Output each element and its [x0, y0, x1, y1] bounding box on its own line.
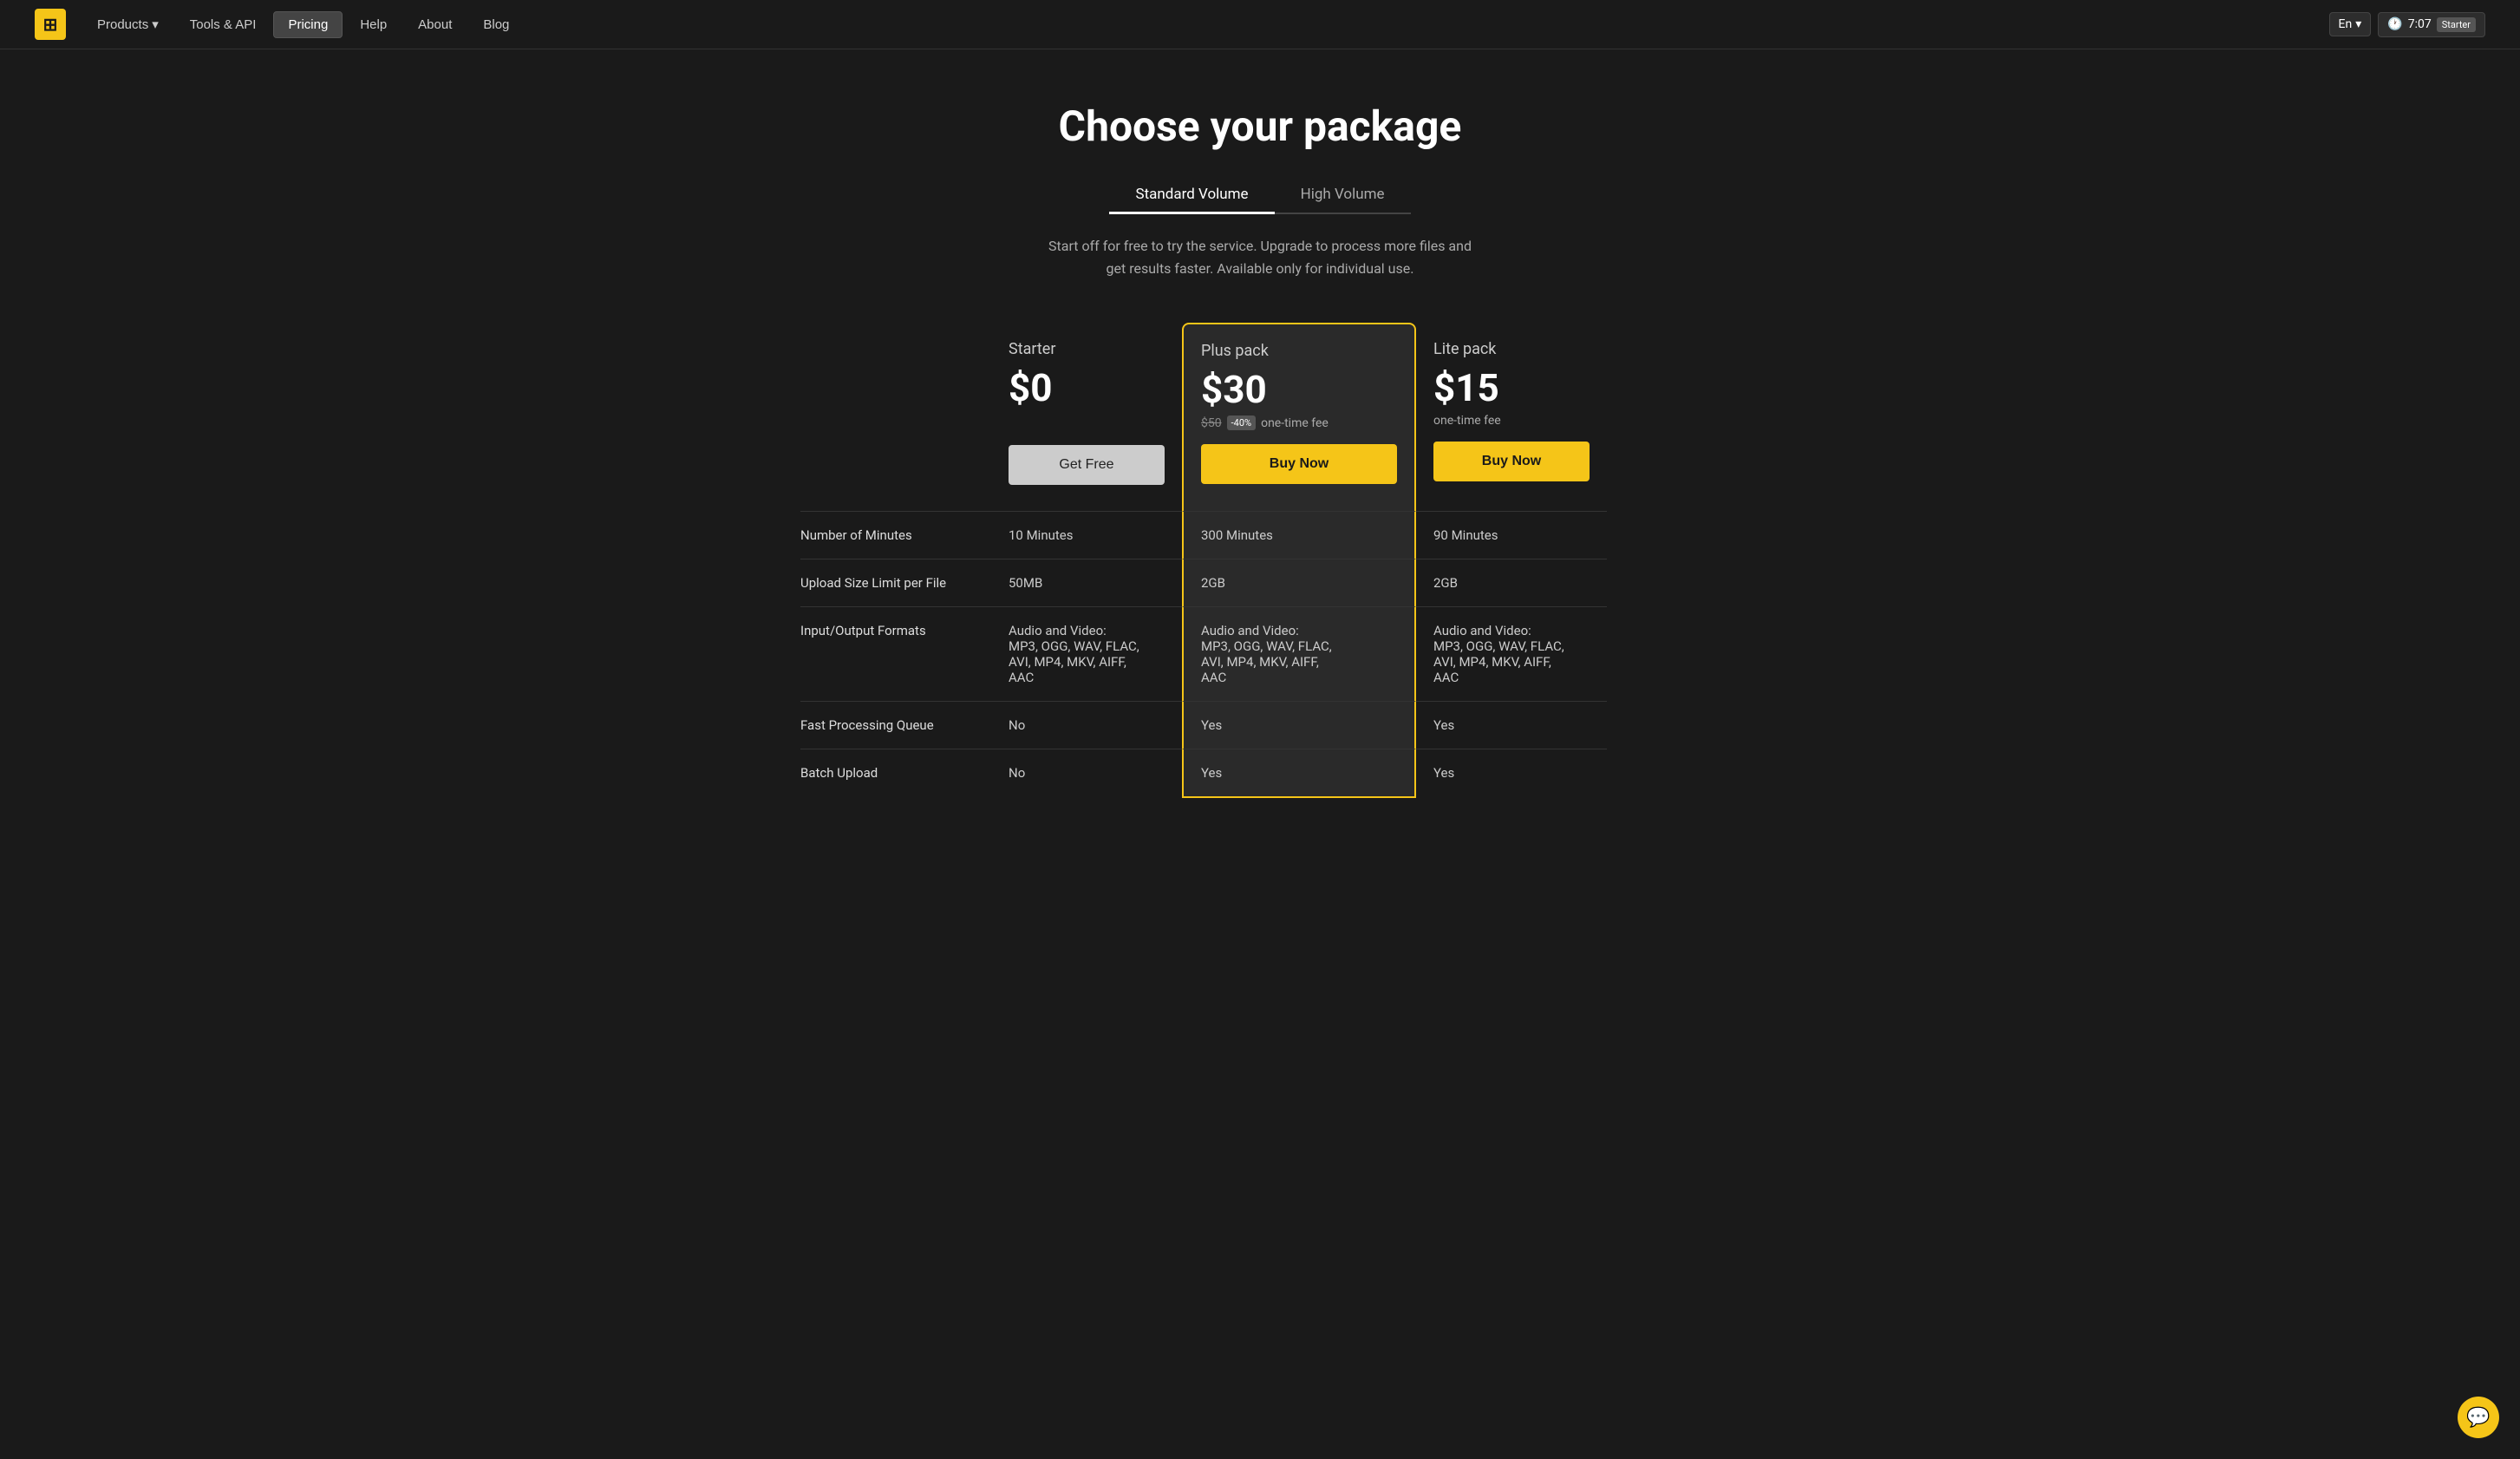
tab-standard-volume[interactable]: Standard Volume — [1109, 177, 1274, 214]
lite-plan-name: Lite pack — [1433, 340, 1590, 358]
starter-plan-name: Starter — [1009, 340, 1165, 358]
timer-display: 🕐 7:07 Starter — [2378, 12, 2485, 37]
plus-discount-badge: -40% — [1227, 415, 1256, 430]
chevron-down-icon: ▾ — [2355, 17, 2361, 31]
lite-price-detail: one-time fee — [1433, 414, 1590, 428]
page-subtitle: Start off for free to try the service. U… — [800, 235, 1720, 279]
feature-queue-plus: Yes — [1182, 701, 1416, 749]
chat-button[interactable]: 💬 — [2458, 1397, 2499, 1438]
chat-icon: 💬 — [2466, 1406, 2490, 1429]
lite-price: $15 — [1433, 365, 1590, 410]
nav-links: Products ▾ Tools & API Pricing Help Abou… — [83, 11, 2329, 38]
language-selector[interactable]: En ▾ — [2329, 12, 2372, 36]
feature-batch-starter: No — [991, 749, 1182, 798]
nav-about[interactable]: About — [404, 12, 466, 37]
feature-upload-starter: 50MB — [991, 559, 1182, 606]
page-title: Choose your package — [800, 101, 1720, 151]
lite-cta-button[interactable]: Buy Now — [1433, 442, 1590, 481]
feature-minutes-starter: 10 Minutes — [991, 511, 1182, 559]
logo[interactable]: ⊞ — [35, 9, 66, 40]
feature-minutes-plus: 300 Minutes — [1182, 511, 1416, 559]
feature-label-upload: Upload Size Limit per File — [800, 559, 991, 606]
main-content: Choose your package Standard Volume High… — [783, 49, 1737, 867]
starter-price: $0 — [1009, 365, 1165, 410]
feature-upload-plus: 2GB — [1182, 559, 1416, 606]
nav-help[interactable]: Help — [346, 12, 401, 37]
plan-header-plus: Plus pack $30 $50 -40% one-time fee Buy … — [1182, 323, 1416, 511]
lite-fee-label: one-time fee — [1433, 414, 1501, 428]
plan-header-starter: Starter $0 Get Free — [991, 323, 1182, 511]
plus-original-price: $50 — [1201, 416, 1222, 430]
plus-fee-label: one-time fee — [1261, 416, 1329, 430]
plus-price: $30 — [1201, 367, 1397, 412]
plan-header-lite: Lite pack $15 one-time fee Buy Now — [1416, 323, 1607, 511]
nav-right: En ▾ 🕐 7:07 Starter — [2329, 12, 2485, 37]
clock-icon: 🕐 — [2387, 17, 2402, 31]
feature-formats-plus: Audio and Video: MP3, OGG, WAV, FLAC, AV… — [1182, 606, 1416, 701]
feature-queue-lite: Yes — [1416, 701, 1607, 749]
feature-label-queue: Fast Processing Queue — [800, 701, 991, 749]
starter-cta-button[interactable]: Get Free — [1009, 445, 1165, 485]
feature-label-formats: Input/Output Formats — [800, 606, 991, 701]
plan-tabs: Standard Volume High Volume — [1109, 177, 1410, 214]
feature-minutes-lite: 90 Minutes — [1416, 511, 1607, 559]
navbar: ⊞ Products ▾ Tools & API Pricing Help Ab… — [0, 0, 2520, 49]
feature-upload-lite: 2GB — [1416, 559, 1607, 606]
tab-high-volume[interactable]: High Volume — [1275, 177, 1411, 214]
feature-formats-starter: Audio and Video: MP3, OGG, WAV, FLAC, AV… — [991, 606, 1182, 701]
plus-price-detail: $50 -40% one-time fee — [1201, 415, 1397, 430]
feature-queue-starter: No — [991, 701, 1182, 749]
nav-pricing[interactable]: Pricing — [273, 11, 343, 38]
nav-blog[interactable]: Blog — [469, 12, 523, 37]
feature-batch-lite: Yes — [1416, 749, 1607, 798]
chevron-down-icon: ▾ — [152, 16, 159, 32]
feature-label-minutes: Number of Minutes — [800, 511, 991, 559]
feature-label-batch: Batch Upload — [800, 749, 991, 798]
plan-badge: Starter — [2437, 17, 2476, 32]
logo-icon: ⊞ — [43, 14, 58, 35]
nav-products[interactable]: Products ▾ — [83, 11, 173, 37]
nav-tools-api[interactable]: Tools & API — [176, 12, 271, 37]
plus-cta-button[interactable]: Buy Now — [1201, 444, 1397, 484]
feature-formats-lite: Audio and Video: MP3, OGG, WAV, FLAC, AV… — [1416, 606, 1607, 701]
header-empty — [800, 323, 991, 511]
pricing-table: Starter $0 Get Free Plus pack $30 $50 -4… — [800, 323, 1720, 798]
plus-plan-name: Plus pack — [1201, 342, 1397, 360]
feature-batch-plus: Yes — [1182, 749, 1416, 798]
